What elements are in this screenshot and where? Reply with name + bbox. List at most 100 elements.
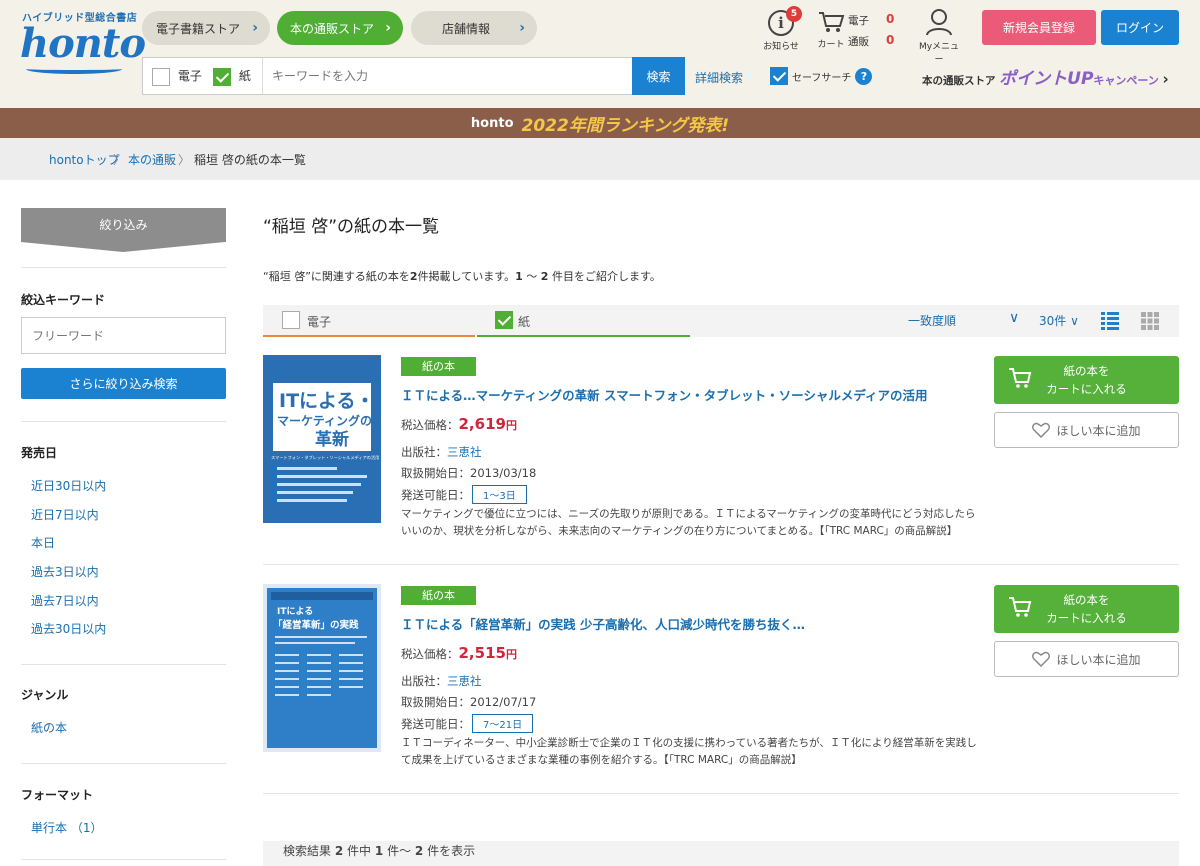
ebook-checkbox[interactable]	[282, 311, 300, 329]
cover-line2: 「経営革新」の実践	[273, 619, 359, 631]
help-icon[interactable]: ?	[855, 67, 873, 85]
user-icon	[926, 9, 952, 36]
grid-view-icon[interactable]	[1141, 311, 1159, 330]
footer-text: 検索結果	[283, 844, 332, 858]
date-filter-link[interactable]: 過去30日以内	[31, 620, 106, 637]
tab-ebook[interactable]: 電子	[263, 305, 475, 337]
search-input[interactable]	[264, 58, 632, 94]
search-button[interactable]: 検索	[632, 57, 685, 95]
nav-ebook-store[interactable]: 電子書籍ストア ›	[142, 11, 270, 45]
date-filter-link[interactable]: 近日30日以内	[31, 477, 106, 494]
result-footer: 検索結果 2 件中 1 件〜 2 件を表示	[263, 841, 1179, 866]
campaign-link[interactable]: 本の通販ストア ポイントUPキャンペーン ›	[922, 64, 1169, 89]
result-summary: “稲垣 啓”に関連する紙の本を2件掲載しています。1 〜 2 件目をご紹介します…	[263, 268, 661, 284]
tab-paper[interactable]: 紙	[477, 305, 690, 337]
format-title: フォーマット	[21, 788, 94, 802]
publisher-link[interactable]: 三恵社	[447, 445, 482, 459]
divider	[21, 664, 226, 665]
release-date-line: 取扱開始日：2012/07/17	[401, 694, 536, 710]
breadcrumb-sep: 〉	[113, 153, 126, 167]
login-button[interactable]: ログイン	[1101, 10, 1179, 45]
ship-line: 発送可能日： 1〜3日	[401, 485, 527, 504]
search-opt-ebook[interactable]: 電子	[152, 67, 202, 86]
book-cover[interactable]: ITによる・・・ マーケティングの 革新 スマートフォン・タブレット・ソーシャル…	[263, 355, 381, 523]
date-filter-link[interactable]: 本日	[31, 534, 55, 551]
nav-store-info-label: 店舗情報	[441, 21, 490, 36]
cart-icon	[1009, 597, 1032, 617]
format-tag: 紙の本	[401, 586, 476, 605]
genre-filter-link[interactable]: 紙の本	[31, 719, 67, 736]
divider	[21, 859, 226, 860]
breadcrumb-home[interactable]: hontoトップ	[49, 151, 120, 168]
release-date-label: 取扱開始日：	[401, 695, 470, 709]
refine-search-button[interactable]: さらに絞り込み検索	[21, 368, 226, 399]
advanced-search-link[interactable]: 詳細検索	[695, 69, 743, 86]
register-button[interactable]: 新規会員登録	[982, 10, 1096, 45]
nav-store-info[interactable]: 店舗情報 ›	[411, 11, 537, 45]
publisher-link[interactable]: 三恵社	[447, 674, 482, 688]
search-opt-paper[interactable]: 紙	[213, 67, 251, 86]
ship-label: 発送可能日：	[401, 717, 470, 731]
ship-line: 発送可能日： 7〜21日	[401, 714, 534, 733]
date-filter-link[interactable]: 近日7日以内	[31, 506, 99, 523]
keyword-input[interactable]	[21, 317, 226, 354]
sort-select[interactable]: 一致度順	[908, 312, 956, 329]
paper-checkbox[interactable]	[495, 311, 513, 329]
add-to-wishlist-button[interactable]: ほしい本に追加	[994, 641, 1179, 677]
notice-button[interactable]: i 5 お知らせ	[762, 6, 802, 52]
format-filter-link[interactable]: 単行本 （1）	[31, 819, 102, 836]
date-filter-link[interactable]: 過去7日以内	[31, 592, 99, 609]
info-icon: i 5	[768, 6, 802, 36]
cart-ebook-count: 0	[886, 12, 895, 26]
publisher-line: 出版社：三恵社	[401, 444, 482, 460]
breadcrumb: hontoトップ 〉 本の通販 〉 稲垣 啓の紙の本一覧	[0, 138, 1200, 180]
item-description: ＩＴコーディネーター、中小企業診断士で企業のＩＴ化の支援に携わっている著者たちが…	[401, 737, 977, 766]
cover-line1: ITによる	[277, 606, 313, 617]
summary-text: 〜	[526, 270, 538, 283]
heart-icon	[1032, 422, 1051, 438]
chevron-right-icon: ›	[385, 20, 391, 36]
search-opt-ebook-label: 電子	[177, 69, 202, 83]
paper-checkbox[interactable]	[213, 67, 231, 86]
ebook-checkbox[interactable]	[152, 67, 170, 86]
banner-brand: honto	[470, 115, 514, 131]
item-title[interactable]: ＩＴによる「経営革新」の実践 少子高齢化、人口減少時代を勝ち抜く…	[401, 614, 805, 633]
wishlist-label: ほしい本に追加	[1056, 423, 1141, 438]
chevron-right-icon: ›	[1162, 70, 1169, 88]
ship-badge: 7〜21日	[472, 714, 534, 733]
campaign-big: ポイントUP	[999, 69, 1094, 89]
search-box: 電子 紙 検索	[142, 57, 685, 95]
ranking-banner[interactable]: honto 2022年間ランキング発表!	[0, 108, 1200, 138]
footer-to: 2	[414, 844, 424, 858]
mymenu-button[interactable]: Myメニュー	[916, 8, 962, 65]
date-filter-link[interactable]: 過去3日以内	[31, 563, 99, 580]
filter-header-arrow	[21, 242, 225, 252]
book-cover[interactable]: ITによる 「経営革新」の実践	[263, 584, 381, 752]
nav-book-store[interactable]: 本の通販ストア ›	[277, 11, 403, 45]
publisher-line: 出版社：三恵社	[401, 673, 482, 689]
cover-line3: 革新	[315, 429, 349, 450]
cart-button[interactable]: カート	[815, 10, 847, 50]
breadcrumb-books[interactable]: 本の通販	[128, 151, 176, 168]
footer-text: 件を表示	[427, 844, 476, 858]
add-to-cart-button[interactable]: 紙の本を カートに入れる	[994, 585, 1179, 633]
footer-total: 2	[334, 844, 344, 858]
chevron-down-icon: ∨	[1009, 310, 1020, 326]
price-value: 2,515	[458, 644, 506, 662]
price-unit: 円	[505, 419, 517, 432]
summary-text: 件掲載しています。	[417, 270, 516, 283]
list-view-icon[interactable]	[1101, 311, 1119, 330]
genre-title: ジャンル	[21, 688, 69, 702]
add-to-cart-button[interactable]: 紙の本を カートに入れる	[994, 356, 1179, 404]
per-page-select[interactable]: 30件 ∨	[1039, 312, 1079, 329]
safe-search-checkbox[interactable]	[770, 67, 788, 85]
site-header: ハイブリッド型総合書店 honto 電子書籍ストア › 本の通販ストア › 店舗…	[0, 0, 1200, 108]
price-unit: 円	[505, 648, 517, 661]
divider	[21, 267, 226, 268]
logo-swoosh	[26, 64, 122, 74]
add-to-wishlist-button[interactable]: ほしい本に追加	[994, 412, 1179, 448]
item-title[interactable]: ＩＴによる…マーケティングの革新 スマートフォン・タブレット・ソーシャルメディア…	[401, 385, 927, 404]
summary-text: 件目をご紹介します。	[551, 270, 661, 283]
safe-search: セーフサーチ ?	[770, 67, 873, 85]
honto-logo[interactable]: honto	[20, 20, 146, 67]
